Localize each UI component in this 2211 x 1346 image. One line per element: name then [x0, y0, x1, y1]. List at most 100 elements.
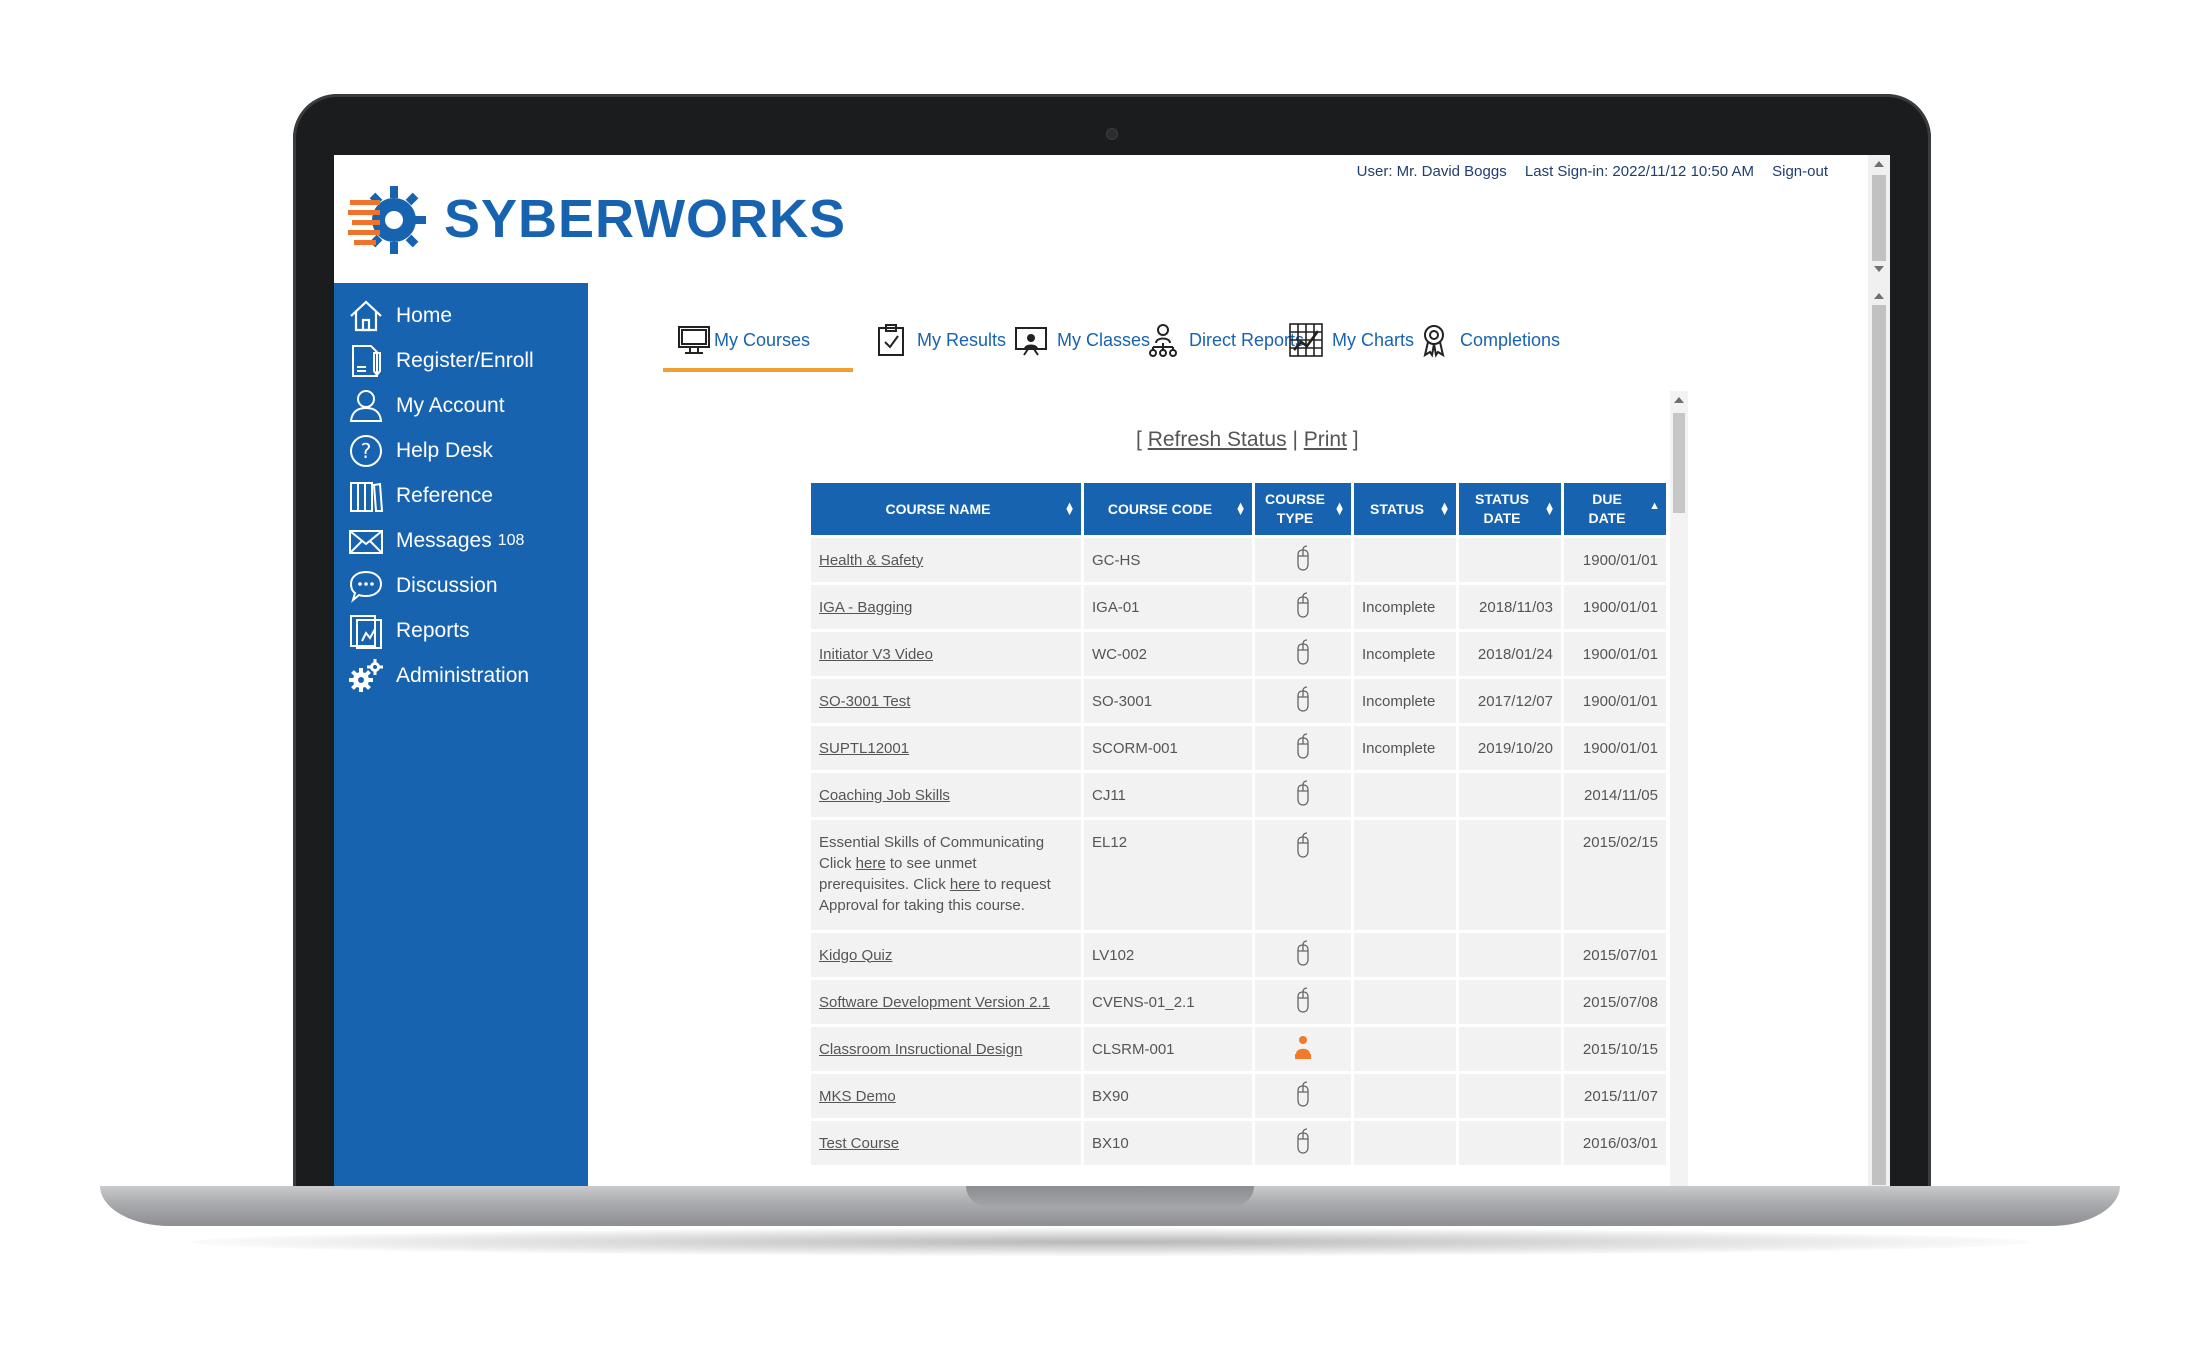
sort-icon[interactable]: ▲ ▼ [1334, 501, 1345, 518]
tab-direct-reports[interactable]: Direct Reports [1145, 313, 1304, 367]
tab-label-direct-reports: Direct Reports [1189, 329, 1305, 350]
course-link[interactable]: SUPTL12001 [819, 740, 909, 757]
cell-due-date: 1900/01/01 [1564, 585, 1666, 629]
tab-my-charts[interactable]: My Charts [1288, 313, 1414, 367]
tab-label-my-charts: My Charts [1332, 329, 1415, 350]
sidebar-item-my-account[interactable]: My Account [334, 381, 588, 431]
unmet-prereq-link[interactable]: here [856, 855, 886, 872]
prereq-text: to see unmet [889, 855, 977, 872]
table-row: Health & Safety GC-HS 1900/01/01 [811, 538, 1666, 582]
print-link[interactable]: Print [1304, 428, 1347, 451]
course-link[interactable]: Initiator V3 Video [819, 646, 933, 663]
col-header-status-date[interactable]: STATUS DATE ▲ ▼ [1459, 483, 1561, 535]
cell-status [1354, 820, 1456, 930]
cell-course-type [1255, 933, 1351, 977]
scroll-up-icon[interactable] [1874, 161, 1884, 167]
scrollbar-thumb[interactable] [1872, 175, 1886, 261]
table-row: Kidgo Quiz LV102 2015/07/01 [811, 933, 1666, 977]
tab-my-results[interactable]: My Results [873, 313, 1006, 367]
cell-course-name: Essential Skills of Communicating Click h… [811, 820, 1081, 930]
sidebar-item-discussion[interactable]: Discussion [334, 561, 588, 611]
col-header-status[interactable]: STATUS ▲ ▼ [1354, 483, 1456, 535]
laptop-notch [966, 1186, 1254, 1206]
course-name-text: Essential Skills of Communicating [819, 834, 1045, 851]
course-link[interactable]: IGA - Bagging [819, 599, 912, 616]
content-scrollbar[interactable] [1670, 391, 1688, 1186]
tab-label-my-classes: My Classes [1057, 329, 1151, 350]
tab-completions[interactable]: Completions [1416, 313, 1560, 367]
cell-due-date: 1900/01/01 [1564, 679, 1666, 723]
scrollbar-thumb[interactable] [1872, 305, 1886, 1185]
sort-icon[interactable]: ▲ ▼ [1544, 501, 1555, 518]
course-link[interactable]: Classroom Insructional Design [819, 1041, 1022, 1058]
sort-icon[interactable]: ▲ ▼ [1064, 501, 1075, 518]
cell-status [1354, 980, 1456, 1024]
bracket-open: [ [1136, 428, 1142, 451]
table-row: SO-3001 Test SO-3001 Incomplete 2017/12/07 1… [811, 679, 1666, 723]
sidebar-item-help-desk[interactable]: ? Help Desk [334, 426, 588, 476]
course-link[interactable]: SO-3001 Test [819, 693, 910, 710]
course-link[interactable]: Software Development Version 2.1 [819, 994, 1050, 1011]
sort-icon[interactable]: ▲ ▼ [1439, 501, 1450, 518]
cell-course-name: Test Course [811, 1121, 1081, 1165]
prereq-text: Click [819, 855, 852, 872]
page-scrollbar[interactable] [1868, 155, 1890, 1186]
org-chart-icon [1149, 324, 1177, 357]
books-icon [350, 482, 384, 512]
sort-asc-icon[interactable]: ▲ [1649, 501, 1660, 512]
cell-status-date: 2019/10/20 [1459, 726, 1561, 770]
envelope-icon [349, 530, 383, 554]
scroll-up-icon[interactable] [1674, 397, 1684, 403]
presentation-icon [1015, 327, 1047, 356]
tab-my-classes[interactable]: My Classes [1013, 313, 1150, 367]
scroll-down-icon[interactable] [1874, 266, 1884, 272]
cell-status: Incomplete [1354, 679, 1456, 723]
sidebar-label-register: Register/Enroll [396, 349, 534, 372]
col-header-course-name[interactable]: COURSE NAME ▲ ▼ [811, 483, 1081, 535]
sidebar-item-reports[interactable]: Reports [334, 606, 588, 656]
last-signin: Last Sign-in: 2022/11/12 10:50 AM [1524, 163, 1754, 180]
tab-label-my-results: My Results [917, 329, 1007, 350]
chat-icon [349, 570, 383, 603]
course-link[interactable]: Health & Safety [819, 552, 923, 569]
cell-course-name: Kidgo Quiz [811, 933, 1081, 977]
cell-due-date: 2016/03/01 [1564, 1121, 1666, 1165]
sidebar-item-messages[interactable]: Messages 108 [334, 516, 588, 566]
signout-link[interactable]: Sign-out [1772, 163, 1828, 180]
tab-my-courses[interactable]: My Courses [676, 313, 810, 367]
mouse-icon [1297, 940, 1309, 966]
course-link[interactable]: Test Course [819, 1135, 899, 1152]
help-icon: ? [350, 435, 382, 467]
cell-status [1354, 933, 1456, 977]
scroll-up-icon[interactable] [1874, 293, 1884, 299]
course-link[interactable]: MKS Demo [819, 1088, 896, 1105]
table-row: IGA - Bagging IGA-01 Incomplete 2018/11/03 1… [811, 585, 1666, 629]
sidebar-item-register[interactable]: Register/Enroll [334, 336, 588, 386]
sort-icon[interactable]: ▲ ▼ [1235, 501, 1246, 518]
col-label-course-type-1: COURSE [1265, 491, 1325, 507]
clipboard-check-icon [878, 324, 904, 356]
cell-course-type [1255, 773, 1351, 817]
actions-separator: | [1292, 428, 1298, 451]
table-row: Coaching Job Skills CJ11 2014/11/05 [811, 773, 1666, 817]
sidebar-item-administration[interactable]: Administration [334, 651, 588, 701]
scrollbar-thumb[interactable] [1673, 413, 1685, 513]
request-approval-link[interactable]: here [950, 876, 980, 893]
cell-due-date: 2015/02/15 [1564, 820, 1666, 930]
col-header-course-type[interactable]: COURSE TYPE ▲ ▼ [1255, 483, 1351, 535]
col-header-course-code[interactable]: COURSE CODE ▲ ▼ [1084, 483, 1252, 535]
courses-table: COURSE NAME ▲ ▼ COURSE CODE ▲ ▼ COURSE TYPE ▲ ▼… [808, 480, 1669, 1168]
prereq-text: to request [984, 876, 1051, 893]
sidebar-item-home[interactable]: Home [334, 291, 588, 341]
cell-course-name: SO-3001 Test [811, 679, 1081, 723]
sidebar-label-messages: Messages [396, 529, 492, 552]
refresh-status-link[interactable]: Refresh Status [1148, 428, 1287, 451]
cell-course-code: WC-002 [1084, 632, 1252, 676]
cell-status-date [1459, 1074, 1561, 1118]
course-link[interactable]: Coaching Job Skills [819, 787, 950, 804]
course-link[interactable]: Kidgo Quiz [819, 947, 892, 964]
col-header-due-date[interactable]: DUE DATE ▲ [1564, 483, 1666, 535]
cell-course-code: SCORM-001 [1084, 726, 1252, 770]
sidebar-item-reference[interactable]: Reference [334, 471, 588, 521]
page-header: SYBERWORKS User: Mr. David Boggs Last Si… [334, 155, 1868, 283]
